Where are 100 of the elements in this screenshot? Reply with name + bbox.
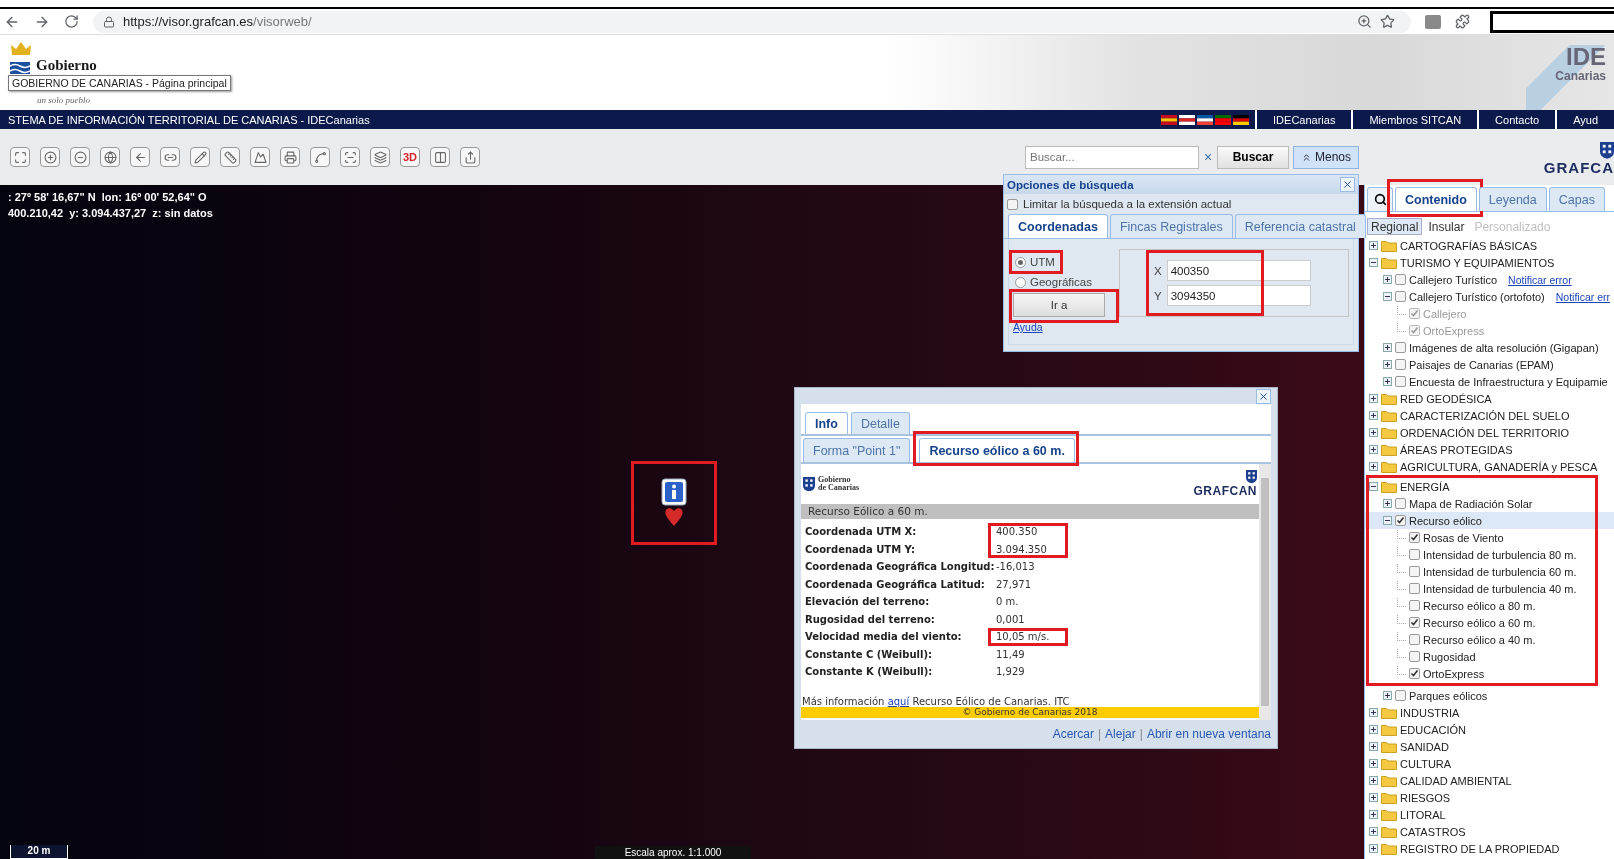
popup-tab[interactable]: Detalle [850,412,910,434]
scan-tool[interactable] [340,147,360,167]
search-button[interactable]: Buscar [1217,145,1289,169]
folder-row[interactable]: TURISMO Y EQUIPAMIENTOS [1365,254,1614,271]
plus-icon[interactable] [1383,691,1392,700]
globe-tool[interactable] [100,147,120,167]
plus-icon[interactable] [1369,776,1378,785]
folder-row[interactable]: CALIDAD AMBIENTAL [1365,772,1614,789]
folder-row[interactable]: CATASTROS [1365,823,1614,840]
plus-icon[interactable] [1383,275,1392,284]
layer-checkbox[interactable] [1395,342,1406,353]
mountain-tool[interactable] [250,147,270,167]
layer-checkbox[interactable] [1395,291,1406,302]
close-button[interactable] [1340,177,1355,192]
report-link[interactable]: Notificar error [1508,273,1572,286]
layer-checkbox[interactable] [1409,566,1420,577]
layer-row[interactable]: Mapa de Radiación Solar [1365,495,1614,512]
search-tab[interactable]: Fincas Registrales [1109,214,1233,238]
go-button[interactable]: Ir a [1013,293,1105,317]
folder-row[interactable]: CARACTERIZACIÓN DEL SUELO [1365,407,1614,424]
close-button[interactable] [1256,389,1271,404]
folder-row[interactable]: EDUCACIÓN [1365,721,1614,738]
zoom-icon[interactable] [1357,14,1372,29]
radio-button[interactable] [1015,256,1026,268]
share-tool[interactable] [460,147,480,167]
spline-tool[interactable] [310,147,330,167]
layer-row[interactable]: Recurso eólico a 40 m. [1365,631,1614,648]
plus-icon[interactable] [1369,394,1378,403]
plus-icon[interactable] [1369,742,1378,751]
plus-icon[interactable] [1369,759,1378,768]
scrollbar[interactable] [1259,464,1271,720]
plus-icon[interactable] [1369,241,1378,250]
popup-tab[interactable]: Info [805,412,848,434]
action-link[interactable]: Acercar [1052,727,1094,741]
layer-checkbox[interactable] [1395,515,1406,526]
layer-row[interactable]: Recurso eólico [1365,512,1614,529]
plus-icon[interactable] [1369,793,1378,802]
plus-icon[interactable] [1383,343,1392,352]
folder-row[interactable]: CULTURA [1365,755,1614,772]
plus-icon[interactable] [1383,499,1392,508]
info-marker-icon[interactable] [661,478,687,528]
layer-row[interactable]: Encuesta de Infraestructura y Equipamie [1365,373,1614,390]
pencil-tool[interactable] [190,147,210,167]
layer-row[interactable]: Intensidad de turbulencia 60 m. [1365,563,1614,580]
search-field[interactable]: Buscar... [1025,145,1199,169]
logo-text[interactable]: Gobierno [36,57,97,74]
layer-checkbox[interactable] [1395,498,1406,509]
layer-row[interactable]: Rosas de Viento [1365,529,1614,546]
action-link[interactable]: Abrir en nueva ventana [1146,727,1271,741]
plus-icon[interactable] [1369,725,1378,734]
plus-icon[interactable] [1369,428,1378,437]
plus-icon[interactable] [1369,411,1378,420]
layer-checkbox[interactable] [1409,532,1420,543]
folder-row[interactable]: ENERGÍA [1365,478,1614,495]
clear-button[interactable]: × [1201,149,1215,165]
layer-row[interactable]: Rugosidad [1365,648,1614,665]
plus-icon[interactable] [1369,844,1378,853]
sidebar-tab[interactable]: Leyenda [1478,187,1547,211]
plus-icon[interactable] [1369,708,1378,717]
layer-row[interactable]: Callejero Turístico (ortofoto) Notificar err [1365,288,1614,305]
layer-checkbox[interactable] [1409,617,1420,628]
help-link[interactable]: Ayuda [1013,321,1111,333]
zoom-out-tool[interactable] [70,147,90,167]
layer-row[interactable]: Callejero Turístico Notificar error [1365,271,1614,288]
extension-icon[interactable] [1425,14,1441,29]
layer-checkbox[interactable] [1409,634,1420,645]
layer-checkbox[interactable] [1409,583,1420,594]
minus-icon[interactable] [1369,258,1378,267]
expand-tool[interactable] [10,147,30,167]
layer-row[interactable]: OrtoExpress [1365,665,1614,682]
plus-icon[interactable] [1383,360,1392,369]
flag-icon[interactable] [1233,114,1250,125]
search-tab[interactable]: Coordenadas [1008,214,1108,238]
less-button[interactable]: Menos [1293,145,1359,169]
folder-row[interactable]: CARTOGRAFÍAS BÁSICAS [1365,237,1614,254]
plus-icon[interactable] [1369,445,1378,454]
coordinate-field[interactable]: 3094350 [1166,285,1311,306]
zoom-in-tool[interactable] [40,147,60,167]
sidebar-tab[interactable]: Contenido [1395,187,1477,211]
folder-row[interactable]: INDUSTRIA [1365,704,1614,721]
folder-row[interactable]: AGRICULTURA, GANADERÍA y PESCA [1365,458,1614,475]
folder-row[interactable]: SANIDAD [1365,738,1614,755]
flag-icon[interactable] [1161,114,1178,125]
folder-row[interactable]: RIESGOS [1365,789,1614,806]
plus-icon[interactable] [1369,810,1378,819]
layer-checkbox[interactable] [1409,651,1420,662]
coordinate-field[interactable]: 400350 [1166,260,1311,281]
layer-row[interactable]: Recurso eólico a 60 m. [1365,614,1614,631]
folder-row[interactable]: ÁREAS PROTEGIDAS [1365,441,1614,458]
report-link[interactable]: Notificar err [1555,290,1610,303]
layer-checkbox[interactable] [1409,668,1420,679]
folder-row[interactable]: RED GEODÉSICA [1365,390,1614,407]
layer-checkbox[interactable] [1395,376,1406,387]
folder-row[interactable]: ORDENACIÓN DEL TERRITORIO [1365,424,1614,441]
flag-icon[interactable] [1179,114,1196,125]
minus-icon[interactable] [1369,482,1378,491]
layer-checkbox[interactable] [1395,690,1406,701]
layer-tab[interactable]: Forma "Point 1" [803,438,911,462]
layers-tool[interactable] [370,147,390,167]
3d-tool[interactable]: 3D [400,147,420,167]
